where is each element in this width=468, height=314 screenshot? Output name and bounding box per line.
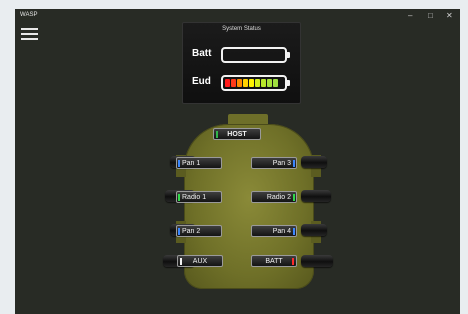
radio2-jack <box>301 190 331 202</box>
battery-cell <box>261 79 266 87</box>
eud-battery-icon <box>221 75 290 91</box>
batt-jack <box>301 255 333 267</box>
radio2-port-label: Radio 2 <box>266 194 291 201</box>
pan1-port-label: Pan 1 <box>182 160 201 167</box>
aux-port-button[interactable]: AUX <box>177 255 223 267</box>
host-led <box>216 131 218 138</box>
battery-cell <box>225 79 230 87</box>
radio2-port-button[interactable]: Radio 2 <box>251 191 297 203</box>
system-status-panel: System Status Batt Eud <box>182 22 301 104</box>
pan2-led <box>178 228 180 235</box>
radio1-port-button[interactable]: Radio 1 <box>176 191 222 203</box>
app-title: WASP <box>20 12 38 18</box>
aux-port-label: AUX <box>192 258 208 265</box>
batt-port-label: BATT <box>265 258 283 265</box>
pan2-port-label: Pan 2 <box>182 228 201 235</box>
minimize-icon[interactable]: – <box>408 11 412 21</box>
batt-label: Batt <box>192 48 212 59</box>
maximize-icon[interactable]: □ <box>428 11 433 21</box>
close-icon[interactable]: ✕ <box>446 11 453 21</box>
batt-port-button[interactable]: BATT <box>251 255 297 267</box>
radio1-port-label: Radio 1 <box>182 194 207 201</box>
pan3-port-label: Pan 3 <box>272 160 291 167</box>
battery-cell <box>243 79 248 87</box>
hamburger-menu-icon[interactable] <box>21 27 38 41</box>
pan4-port-label: Pan 4 <box>272 228 291 235</box>
radio1-led <box>178 194 180 201</box>
battery-cell <box>231 79 236 87</box>
pan4-jack <box>301 224 327 236</box>
pan1-led <box>178 160 180 167</box>
host-port-label: HOST <box>227 131 247 138</box>
battery-cell <box>267 79 272 87</box>
pan4-port-button[interactable]: Pan 4 <box>251 225 297 237</box>
host-port-button[interactable]: HOST <box>213 128 261 140</box>
aux-led <box>180 258 182 265</box>
batt-led <box>292 258 294 265</box>
batt-battery-icon <box>221 47 290 63</box>
radio2-led <box>293 194 295 201</box>
pan1-port-button[interactable]: Pan 1 <box>176 157 222 169</box>
pan2-port-button[interactable]: Pan 2 <box>176 225 222 237</box>
battery-cell <box>249 79 254 87</box>
system-status-title: System Status <box>222 26 261 32</box>
app-window: WASP – □ ✕ System Status Batt Eud HOST P… <box>15 9 460 314</box>
pan3-port-button[interactable]: Pan 3 <box>251 157 297 169</box>
battery-cell <box>237 79 242 87</box>
pan3-led <box>293 160 295 167</box>
pan4-led <box>293 228 295 235</box>
battery-cell <box>273 79 278 87</box>
pan3-jack <box>301 156 327 168</box>
eud-cells <box>225 79 278 87</box>
eud-label: Eud <box>192 76 211 87</box>
battery-cell <box>255 79 260 87</box>
